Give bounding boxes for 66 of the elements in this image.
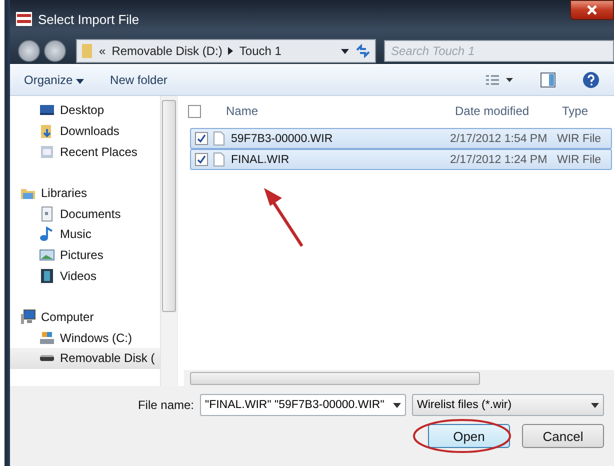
document-icon xyxy=(39,206,55,222)
nav-item[interactable]: Desktop xyxy=(10,100,160,121)
nav-item[interactable]: Downloads xyxy=(10,120,160,142)
help-icon[interactable] xyxy=(582,71,600,89)
view-options-icon[interactable] xyxy=(486,74,514,86)
file-name-label: File name: xyxy=(138,398,194,412)
close-icon xyxy=(587,5,597,15)
film-icon xyxy=(39,268,55,284)
nav-item[interactable]: Removable Disk ( xyxy=(10,348,160,369)
arrow-annotation xyxy=(262,186,306,248)
breadcrumb[interactable]: Removable Disk (D:) xyxy=(112,44,222,58)
file-type: WIR File xyxy=(557,132,602,144)
select-all-checkbox[interactable] xyxy=(188,104,201,118)
window-icon xyxy=(39,144,55,160)
nav-item[interactable]: Computer xyxy=(10,306,160,328)
caret-icon xyxy=(76,79,84,84)
document-icon xyxy=(213,131,225,146)
column-header[interactable]: Date modified xyxy=(455,104,562,118)
column-header[interactable]: Name xyxy=(226,104,455,118)
file-name-field[interactable]: "FINAL.WIR" "59F7B3-00000.WIR" xyxy=(200,394,406,416)
breadcrumb[interactable]: Touch 1 xyxy=(239,44,282,58)
document-icon xyxy=(213,152,225,167)
file-name: FINAL.WIR xyxy=(231,154,290,166)
date-modified: 2/17/2012 1:54 PM xyxy=(450,132,548,144)
toolbar-button[interactable]: Organize xyxy=(24,73,84,87)
nav-item[interactable]: Windows (C:) xyxy=(10,327,160,348)
nav-item[interactable]: Recent Places xyxy=(10,142,160,162)
nav-item[interactable]: Pictures xyxy=(10,244,160,266)
cancel-button[interactable]: Cancel xyxy=(522,424,604,448)
window-title: Select Import File xyxy=(38,12,140,26)
nav-item[interactable]: Videos xyxy=(10,266,160,286)
open-button[interactable]: Open xyxy=(428,424,510,448)
file-row[interactable]: FINAL.WIR 2/17/2012 1:24 PM WIR File xyxy=(190,149,612,170)
file-type-dropdown[interactable]: Wirelist files (*.wir) xyxy=(412,394,604,416)
nav-item[interactable]: Documents xyxy=(10,203,160,224)
music-note-icon xyxy=(39,226,55,242)
folder-icon xyxy=(81,43,93,59)
horizontal-scrollbar[interactable] xyxy=(184,370,614,386)
preview-pane-icon[interactable] xyxy=(540,72,556,88)
search-field[interactable]: Search Touch 1 xyxy=(384,40,614,62)
address-overflow[interactable]: « xyxy=(99,44,106,58)
address-bar[interactable]: « Removable Disk (D:) Touch 1 xyxy=(76,39,376,63)
caret-icon xyxy=(341,48,349,54)
file-row[interactable]: 59F7B3-00000.WIR 2/17/2012 1:54 PM WIR File xyxy=(190,128,612,149)
caret-icon xyxy=(591,402,599,408)
close-button[interactable] xyxy=(570,0,614,20)
back-button[interactable] xyxy=(18,40,40,62)
file-type: WIR File xyxy=(557,154,602,166)
date-modified: 2/17/2012 1:24 PM xyxy=(450,154,548,166)
refresh-icon[interactable] xyxy=(355,44,371,58)
checkbox[interactable] xyxy=(195,132,208,145)
drive-icon xyxy=(39,354,55,362)
file-name: 59F7B3-00000.WIR xyxy=(231,132,334,144)
computer-icon xyxy=(20,308,36,325)
app-icon xyxy=(16,12,32,26)
nav-item[interactable]: Music xyxy=(10,224,160,245)
forward-button[interactable] xyxy=(44,40,66,62)
checkbox[interactable] xyxy=(195,153,208,166)
nav-item[interactable]: Libraries xyxy=(10,182,160,204)
chevron-icon xyxy=(228,47,234,55)
caret-icon xyxy=(393,402,401,408)
picture-icon xyxy=(39,247,55,264)
column-header[interactable]: Type xyxy=(562,104,588,118)
drive-icon xyxy=(39,330,55,346)
vertical-scrollbar[interactable] xyxy=(160,96,177,386)
toolbar-button[interactable]: New folder xyxy=(110,73,168,87)
